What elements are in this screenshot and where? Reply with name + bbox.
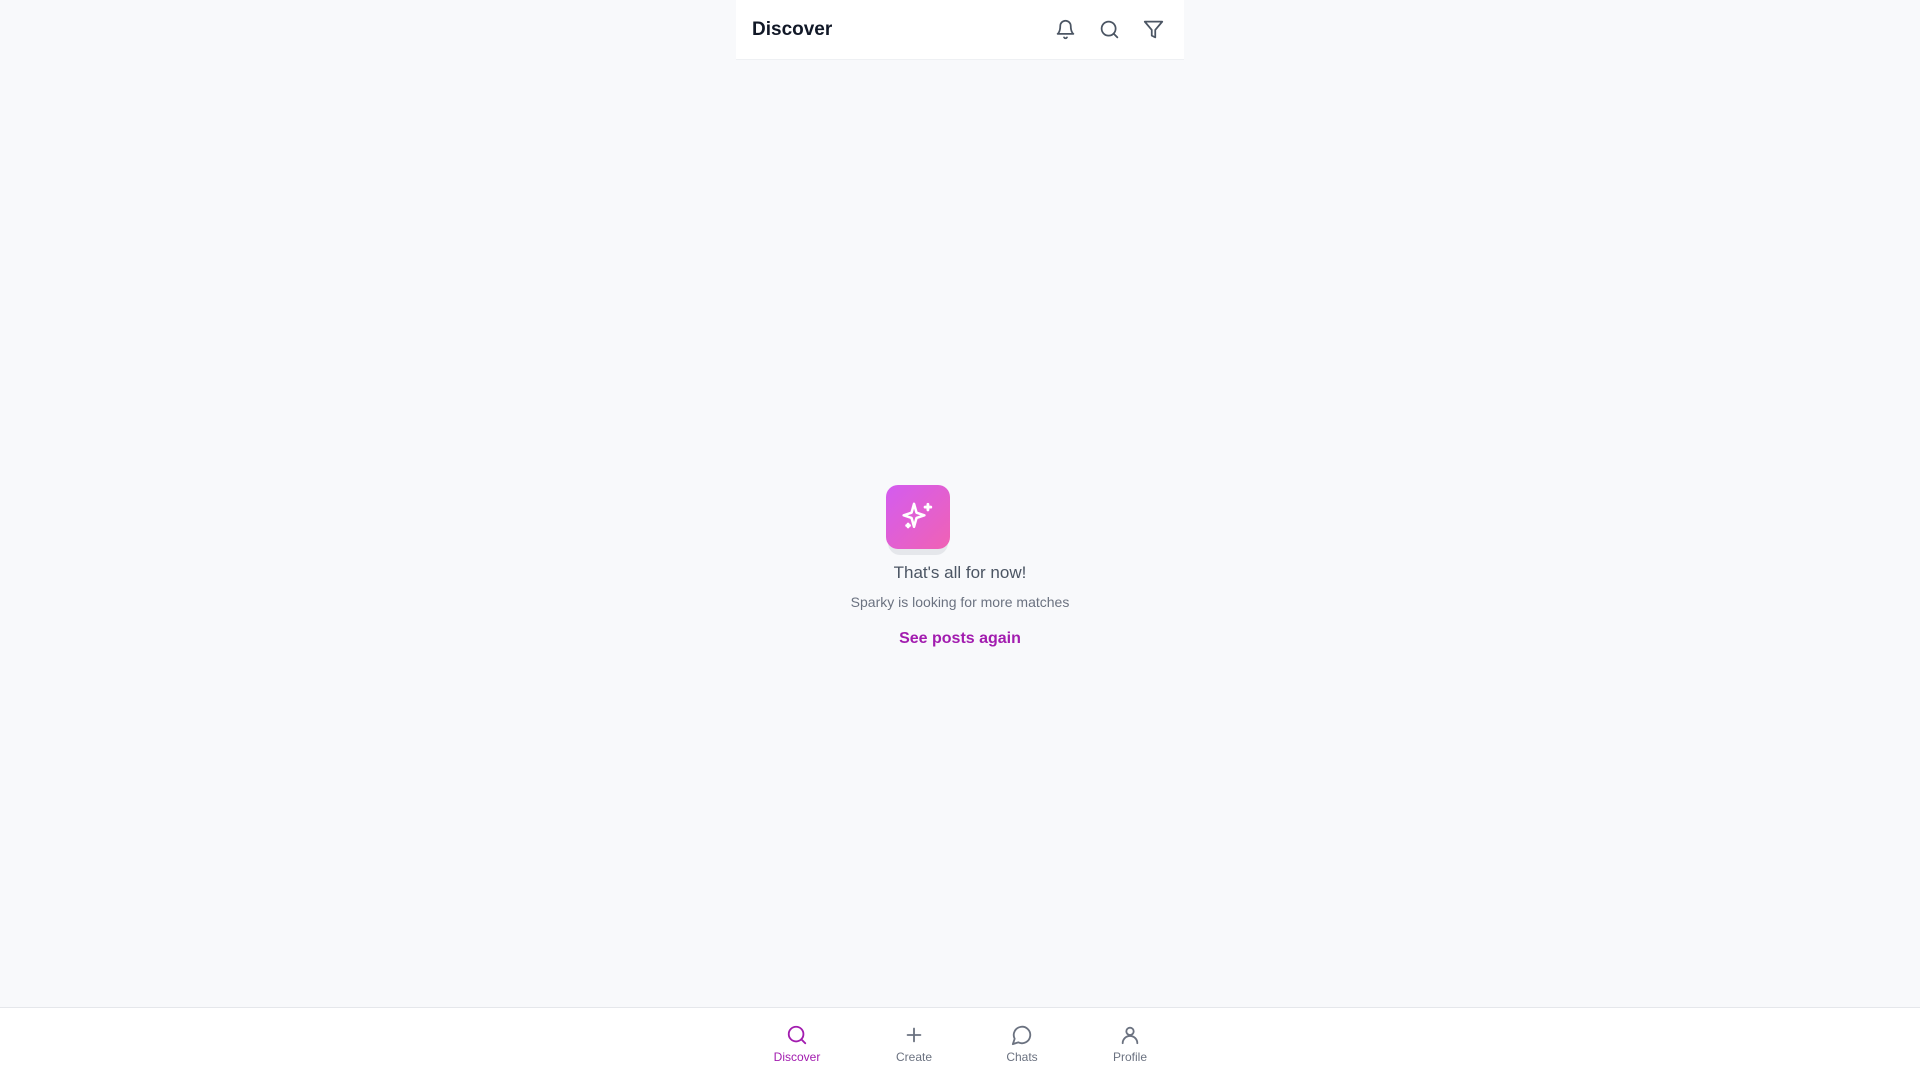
nav-item-label: Chats	[1006, 1050, 1038, 1064]
user-icon	[1121, 1026, 1139, 1045]
nav-item-profile[interactable]: Profile	[1090, 1024, 1170, 1064]
empty-state: That's all for now! Sparky is looking fo…	[736, 485, 1184, 648]
nav-item-create[interactable]: Create	[874, 1024, 954, 1064]
nav-item-label: Discover	[773, 1050, 821, 1064]
top-header: Discover	[736, 0, 1184, 60]
header-actions	[1050, 15, 1168, 45]
plus-icon	[906, 1027, 922, 1043]
notifications-button[interactable]	[1050, 15, 1080, 45]
search-button[interactable]	[1094, 15, 1124, 45]
nav-item-discover[interactable]: Discover	[757, 1024, 837, 1064]
nav-item-label: Profile	[1112, 1050, 1147, 1064]
badge-tile	[886, 485, 950, 549]
filter-icon	[1143, 20, 1163, 39]
empty-state-subtitle: Sparky is looking for more matches	[850, 594, 1070, 610]
page-title: Discover	[752, 18, 833, 40]
bottom-navigation: Discover Create Chats Profile	[0, 1007, 1920, 1080]
search-icon	[1100, 20, 1118, 39]
filter-button[interactable]	[1138, 15, 1168, 45]
bell-icon	[1056, 19, 1074, 40]
empty-state-badge	[886, 485, 950, 555]
nav-item-label: Create	[895, 1050, 933, 1064]
nav-item-chats[interactable]: Chats	[982, 1024, 1062, 1064]
chat-icon	[1011, 1025, 1032, 1046]
search-icon	[787, 1025, 807, 1045]
see-posts-again-link[interactable]: See posts again	[899, 630, 1021, 648]
empty-state-title: That's all for now!	[893, 563, 1027, 582]
sparkles-icon	[902, 502, 933, 529]
